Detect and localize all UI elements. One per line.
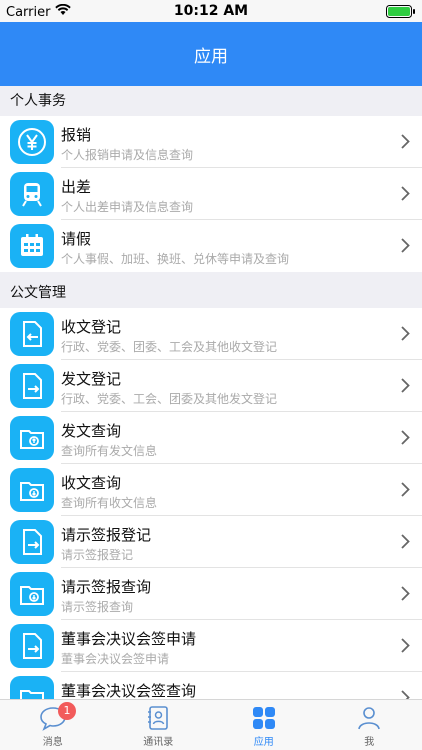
item-title: 出差 bbox=[61, 178, 92, 196]
item-subtitle: 请示签报查询 bbox=[61, 600, 134, 614]
unread-badge: 1 bbox=[58, 702, 76, 720]
nav-bar: 应用 bbox=[0, 22, 422, 86]
item-subtitle: 个人出差申请及信息查询 bbox=[61, 200, 194, 214]
item-title: 董事会决议会签申请 bbox=[61, 630, 197, 648]
tab-label: 消息 bbox=[42, 737, 63, 748]
person-icon bbox=[358, 707, 381, 730]
list-item-incoming-register[interactable]: 收文登记 行政、党委、团委、工会及其他收文登记 bbox=[0, 308, 422, 360]
item-subtitle: 董事会决议会签申请 bbox=[61, 652, 170, 666]
chevron-right-icon bbox=[401, 238, 410, 253]
documents-list: 收文登记 行政、党委、团委、工会及其他收文登记 发文登记 行政、党委、工会、团委… bbox=[0, 308, 422, 724]
chevron-right-icon bbox=[401, 534, 410, 549]
tab-bar: 1 消息 通讯录 应用 我 bbox=[0, 699, 422, 750]
item-title: 报销 bbox=[61, 126, 92, 144]
document-out-icon bbox=[10, 520, 54, 564]
item-title: 收文查询 bbox=[61, 474, 122, 492]
item-title: 发文登记 bbox=[61, 370, 122, 388]
chevron-right-icon bbox=[401, 586, 410, 601]
train-icon bbox=[10, 172, 54, 216]
list-item-outgoing-register[interactable]: 发文登记 行政、党委、工会、团委及其他发文登记 bbox=[0, 360, 422, 412]
page-title: 应用 bbox=[194, 46, 228, 67]
contacts-book-icon bbox=[148, 706, 169, 730]
folder-down-icon bbox=[10, 572, 54, 616]
item-title: 请假 bbox=[61, 230, 92, 248]
chevron-right-icon bbox=[401, 326, 410, 341]
chevron-right-icon bbox=[401, 638, 410, 653]
yuan-icon bbox=[10, 120, 54, 164]
folder-down-icon bbox=[10, 468, 54, 512]
battery-icon bbox=[386, 5, 416, 22]
document-out-icon bbox=[10, 624, 54, 668]
item-subtitle: 行政、党委、工会、团委及其他发文登记 bbox=[61, 392, 278, 406]
list-item-outgoing-query[interactable]: 发文查询 查询所有发文信息 bbox=[0, 412, 422, 464]
section-header-documents: 公文管理 bbox=[0, 278, 422, 308]
tab-label: 我 bbox=[364, 737, 375, 748]
document-out-icon bbox=[10, 364, 54, 408]
tab-me[interactable]: 我 bbox=[317, 700, 422, 750]
section-header-personal: 个人事务 bbox=[0, 86, 422, 116]
chevron-right-icon bbox=[401, 482, 410, 497]
item-subtitle: 查询所有发文信息 bbox=[61, 444, 158, 458]
list-item-leave[interactable]: 请假 个人事假、加班、换班、兑休等申请及查询 bbox=[0, 220, 422, 272]
tab-label: 应用 bbox=[253, 737, 274, 748]
personal-list: 报销 个人报销申请及信息查询 出差 个人出差申请及信息查询 请假 个人事假、加班… bbox=[0, 116, 422, 272]
item-subtitle: 个人报销申请及信息查询 bbox=[61, 148, 194, 162]
list-item-board-countersign-apply[interactable]: 董事会决议会签申请 董事会决议会签申请 bbox=[0, 620, 422, 672]
item-subtitle: 请示签报登记 bbox=[61, 548, 134, 562]
list-item-incoming-query[interactable]: 收文查询 查询所有收文信息 bbox=[0, 464, 422, 516]
chevron-right-icon bbox=[401, 134, 410, 149]
status-bar: Carrier 10:12 AM bbox=[0, 0, 422, 22]
list-item-business-trip[interactable]: 出差 个人出差申请及信息查询 bbox=[0, 168, 422, 220]
list-item-reimbursement[interactable]: 报销 个人报销申请及信息查询 bbox=[0, 116, 422, 168]
tab-label: 通讯录 bbox=[143, 737, 174, 748]
item-title: 请示签报查询 bbox=[61, 578, 152, 596]
grid-icon bbox=[252, 707, 275, 729]
calendar-icon bbox=[10, 224, 54, 268]
chevron-right-icon bbox=[401, 430, 410, 445]
chevron-right-icon bbox=[401, 378, 410, 393]
item-subtitle: 查询所有收文信息 bbox=[61, 496, 158, 510]
document-in-icon bbox=[10, 312, 54, 356]
tab-contacts[interactable]: 通讯录 bbox=[106, 700, 212, 750]
item-subtitle: 个人事假、加班、换班、兑休等申请及查询 bbox=[61, 252, 290, 266]
list-item-request-query[interactable]: 请示签报查询 请示签报查询 bbox=[0, 568, 422, 620]
item-title: 发文查询 bbox=[61, 422, 122, 440]
item-subtitle: 行政、党委、团委、工会及其他收文登记 bbox=[61, 340, 278, 354]
item-title: 董事会决议会签查询 bbox=[61, 682, 197, 700]
list-item-request-register[interactable]: 请示签报登记 请示签报登记 bbox=[0, 516, 422, 568]
folder-up-icon bbox=[10, 416, 54, 460]
status-time: 10:12 AM bbox=[173, 3, 249, 19]
chevron-right-icon bbox=[401, 186, 410, 201]
item-title: 请示签报登记 bbox=[61, 526, 152, 544]
item-title: 收文登记 bbox=[61, 318, 122, 336]
tab-messages[interactable]: 1 消息 bbox=[0, 700, 106, 750]
tab-apps[interactable]: 应用 bbox=[211, 700, 317, 750]
